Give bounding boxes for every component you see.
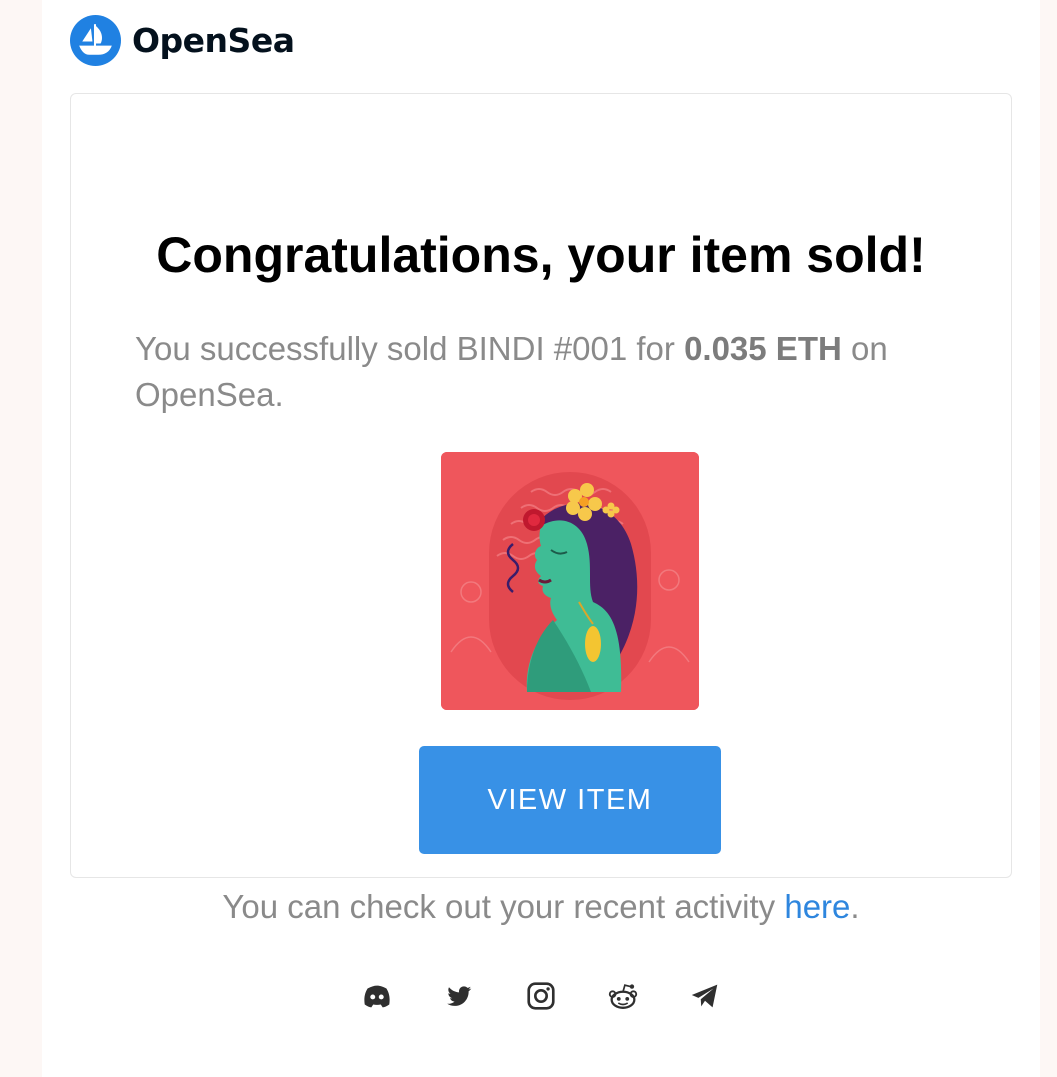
instagram-icon [527,982,555,1010]
page-title: Congratulations, your item sold! [156,227,926,283]
twitter-icon [447,986,472,1006]
header: OpenSea [70,14,295,66]
email-page: OpenSea Congratulations, your item sold!… [42,0,1040,1077]
activity-suffix: . [850,888,860,925]
instagram-link[interactable] [523,978,559,1014]
message-prefix: You successfully sold BINDI #001 for [135,330,685,367]
reddit-icon [608,984,638,1009]
telegram-icon [691,984,718,1008]
social-links [42,978,1040,1014]
sale-message: You successfully sold BINDI #001 for 0.0… [135,326,975,418]
view-item-button[interactable]: VIEW ITEM [419,746,721,854]
activity-text: You can check out your recent activity h… [71,888,1011,926]
bindi-artwork [441,452,699,710]
telegram-link[interactable] [687,978,723,1014]
sale-price: 0.035 ETH [684,330,842,367]
discord-icon [364,985,390,1008]
reddit-link[interactable] [605,978,641,1014]
nft-image[interactable] [441,452,699,710]
discord-link[interactable] [359,978,395,1014]
activity-here-link[interactable]: here [784,888,850,925]
activity-prefix: You can check out your recent activity [222,888,785,925]
sale-card: Congratulations, your item sold! You suc… [70,93,1012,925]
opensea-logo-icon [70,14,121,66]
twitter-link[interactable] [441,978,477,1014]
brand-name: OpenSea [132,20,295,60]
